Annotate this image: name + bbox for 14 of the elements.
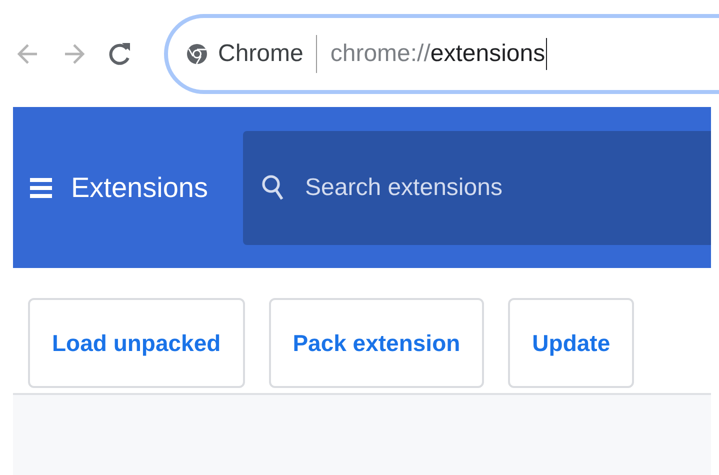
chrome-logo-icon <box>186 42 208 64</box>
menu-icon[interactable] <box>30 178 52 198</box>
url-text: chrome://extensions <box>330 38 548 70</box>
action-button[interactable]: Load unpacked <box>28 298 245 388</box>
page-title: Extensions <box>71 172 209 204</box>
back-arrow-icon <box>17 42 39 66</box>
search-icon <box>261 174 285 202</box>
action-button[interactable]: Pack extension <box>268 298 484 388</box>
search-field[interactable]: Search extensions <box>303 172 687 202</box>
reload-icon <box>109 40 131 66</box>
action-button[interactable]: Update <box>508 298 634 388</box>
address-bar[interactable]: Chrome chrome://extensions <box>164 14 719 94</box>
forward-arrow-icon <box>63 42 85 66</box>
site-chip-label: Chrome <box>218 40 304 68</box>
